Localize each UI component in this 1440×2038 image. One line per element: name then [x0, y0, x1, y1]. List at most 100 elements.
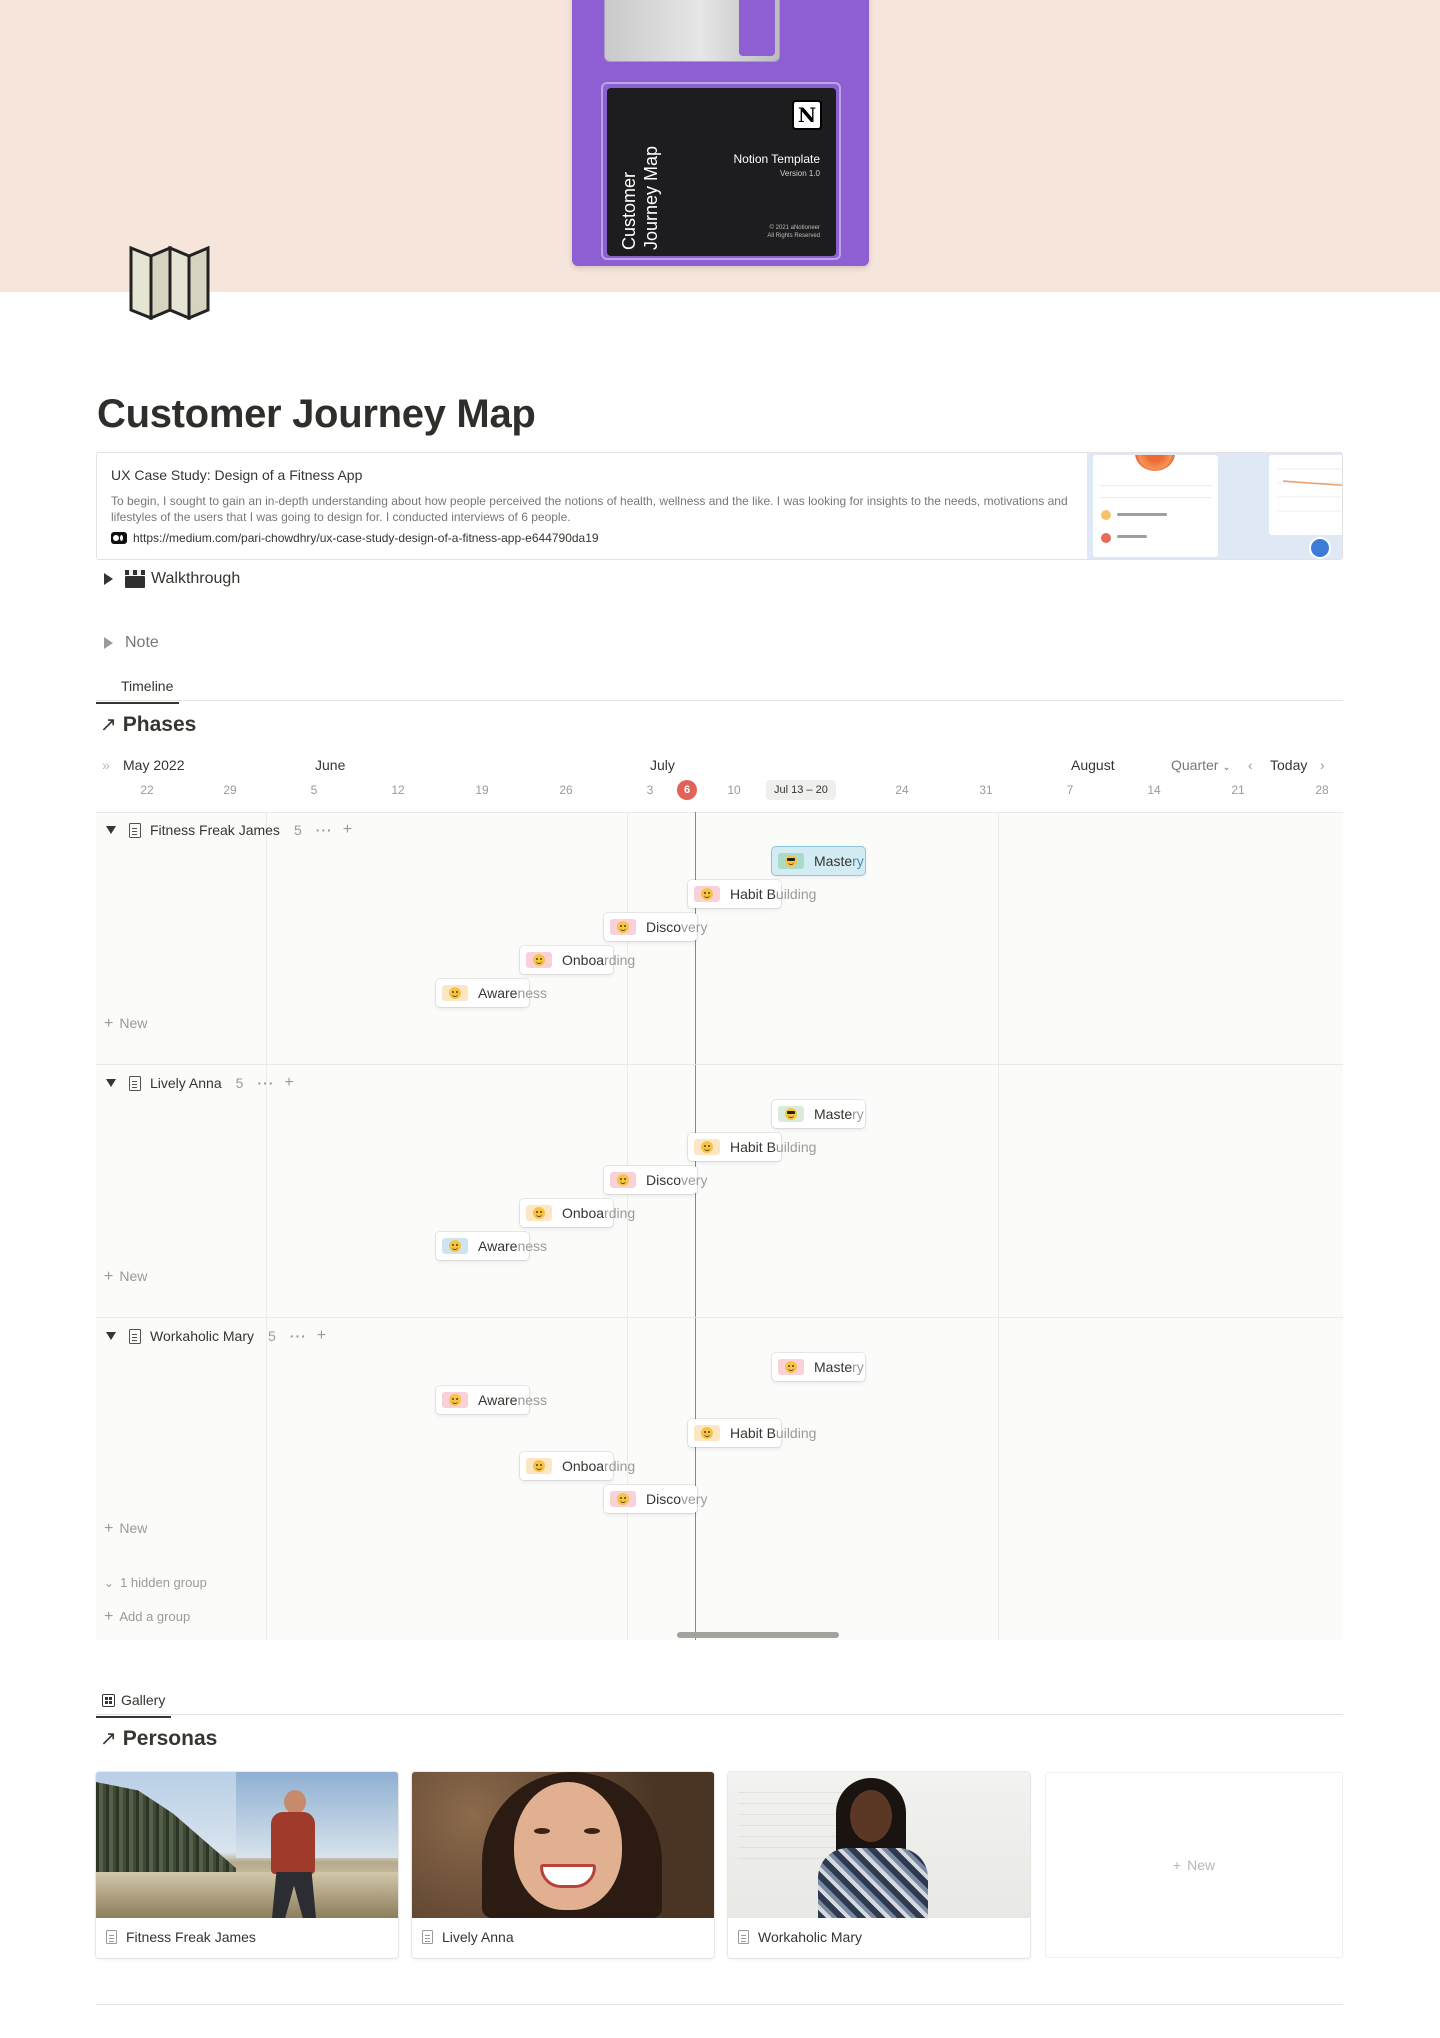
new-item-button[interactable]: + New	[104, 1520, 147, 1538]
more-icon[interactable]: ···	[290, 1328, 307, 1344]
timeline-card[interactable]: Mastery	[772, 1100, 865, 1128]
web-bookmark[interactable]: UX Case Study: Design of a Fitness App T…	[96, 452, 1343, 560]
card-label-overflow: uilding	[775, 1425, 817, 1441]
today-button[interactable]: Today	[1270, 757, 1307, 773]
card-label-overflow: ness	[517, 1238, 548, 1254]
copyright-line1: © 2021 aNotioneer	[769, 225, 820, 231]
card-label-overflow: very	[681, 1491, 708, 1507]
timeline-card[interactable]: Habit Building	[688, 880, 816, 908]
zoom-dropdown-label: Quarter	[1171, 757, 1219, 773]
bookmark-url: https://medium.com/pari-chowdhry/ux-case…	[133, 531, 599, 545]
gallery-card-lively-anna[interactable]: Lively Anna	[412, 1772, 714, 1958]
emoji-icon	[694, 1425, 720, 1441]
card-label-overflow: ness	[517, 985, 548, 1001]
floppy-vertical-title: Customer Journey Map	[619, 110, 661, 250]
timeline-card[interactable]: Onboarding	[520, 1452, 635, 1480]
new-label: New	[119, 1520, 148, 1536]
toggle-arrow-icon[interactable]	[104, 573, 113, 585]
plus-icon: +	[104, 1268, 114, 1285]
card-label: Onboa	[562, 952, 605, 968]
page-icon	[106, 1930, 117, 1944]
floppy-label: Customer Journey Map N Notion Template V…	[607, 88, 836, 256]
view-divider	[96, 1714, 1343, 1715]
floppy-disk-cover-art: Customer Journey Map N Notion Template V…	[572, 0, 869, 266]
chevron-down-icon: ⌄	[104, 1576, 115, 1590]
chevron-left-icon[interactable]: ‹	[1248, 757, 1253, 773]
collapse-arrow-icon[interactable]	[106, 826, 116, 834]
new-item-button[interactable]: + New	[104, 1015, 147, 1033]
timeline-card[interactable]: Habit Building	[688, 1133, 816, 1161]
add-icon[interactable]: +	[284, 1074, 293, 1092]
chevron-right-icon[interactable]: ›	[1320, 757, 1325, 773]
day-label: 7	[1066, 783, 1074, 797]
card-label-overflow: uilding	[775, 1139, 817, 1155]
toggle-walkthrough[interactable]: Walkthrough	[104, 570, 240, 588]
timeline-card[interactable]: Discovery	[604, 1485, 707, 1513]
timeline-card[interactable]: Habit Building	[688, 1419, 816, 1447]
gallery-card-fitness-freak-james[interactable]: Fitness Freak James	[96, 1772, 398, 1958]
day-label: 14	[1147, 783, 1161, 797]
timeline-card[interactable]: Awareness	[436, 979, 547, 1007]
gallery-new-button[interactable]: + New	[1045, 1772, 1343, 1958]
toggle-note-label: Note	[125, 634, 159, 651]
new-item-button[interactable]: + New	[104, 1268, 147, 1286]
timeline-card[interactable]: Mastery	[772, 1353, 865, 1381]
horizontal-scrollbar[interactable]	[677, 1632, 839, 1638]
emoji-icon	[694, 1139, 720, 1155]
timeline-card[interactable]: Mastery	[772, 847, 865, 875]
collapse-arrow-icon[interactable]	[106, 1332, 116, 1340]
plus-icon: +	[1172, 1857, 1182, 1873]
day-label: 26	[559, 783, 573, 797]
database-title-phases[interactable]: ↗ Phases	[100, 712, 196, 737]
card-label-overflow: ry	[852, 1359, 864, 1375]
hidden-group-toggle[interactable]: ⌄ 1 hidden group	[104, 1575, 207, 1590]
zoom-dropdown[interactable]: Quarter ⌄	[1171, 757, 1231, 773]
emoji-icon	[442, 985, 468, 1001]
toggle-arrow-icon[interactable]	[104, 637, 113, 649]
map-icon[interactable]	[128, 244, 210, 320]
more-icon[interactable]: ···	[316, 822, 333, 838]
timeline-card[interactable]: Onboarding	[520, 946, 635, 974]
timeline-card[interactable]: Awareness	[436, 1386, 547, 1414]
database-title-personas[interactable]: ↗ Personas	[100, 1726, 217, 1751]
plus-icon: +	[104, 1608, 114, 1625]
timeline-card[interactable]: Onboarding	[520, 1199, 635, 1227]
view-divider	[96, 700, 1343, 701]
add-icon[interactable]: +	[343, 821, 352, 839]
day-label: 31	[979, 783, 993, 797]
group-header-lively-anna[interactable]: Lively Anna 5 ··· +	[106, 1074, 294, 1092]
month-label: August	[1071, 757, 1115, 773]
card-label: Disco	[646, 1172, 682, 1188]
card-label-overflow: ry	[852, 853, 864, 869]
add-icon[interactable]: +	[317, 1327, 326, 1345]
floppy-title-line2: Journey Map	[641, 145, 661, 250]
group-header-workaholic-mary[interactable]: Workaholic Mary 5 ··· +	[106, 1327, 326, 1345]
timeline-card[interactable]: Discovery	[604, 1166, 707, 1194]
gallery-new-label: New	[1187, 1857, 1216, 1873]
collapse-sidebar-icon[interactable]: »	[102, 757, 110, 773]
floppy-title-line1: Customer	[619, 171, 639, 250]
thumbnail-avatars	[1309, 537, 1342, 559]
timeline-card[interactable]: Discovery	[604, 913, 707, 941]
emoji-icon	[778, 1106, 804, 1122]
card-label-overflow: very	[681, 1172, 708, 1188]
timeline-card[interactable]: Awareness	[436, 1232, 547, 1260]
persona-photo-smiling-woman	[412, 1772, 714, 1918]
card-label-overflow: rding	[604, 952, 636, 968]
card-label: Disco	[646, 1491, 682, 1507]
timeline-body	[96, 812, 1343, 1640]
new-label: New	[119, 1268, 148, 1284]
linked-arrow-icon: ↗	[100, 1728, 117, 1750]
toggle-note[interactable]: Note	[104, 634, 159, 652]
month-label: July	[650, 757, 675, 773]
gallery-card-workaholic-mary[interactable]: Workaholic Mary	[728, 1772, 1030, 1958]
tab-gallery-label: Gallery	[121, 1692, 166, 1708]
hidden-group-label: 1 hidden group	[120, 1575, 207, 1590]
toggle-walkthrough-label: Walkthrough	[151, 570, 241, 587]
page-title: Customer Journey Map	[97, 392, 536, 436]
add-group-button[interactable]: + Add a group	[104, 1608, 190, 1626]
collapse-arrow-icon[interactable]	[106, 1079, 116, 1087]
tab-timeline-label: Timeline	[121, 678, 174, 694]
group-header-fitness-freak-james[interactable]: Fitness Freak James 5 ··· +	[106, 821, 352, 839]
more-icon[interactable]: ···	[257, 1075, 274, 1091]
